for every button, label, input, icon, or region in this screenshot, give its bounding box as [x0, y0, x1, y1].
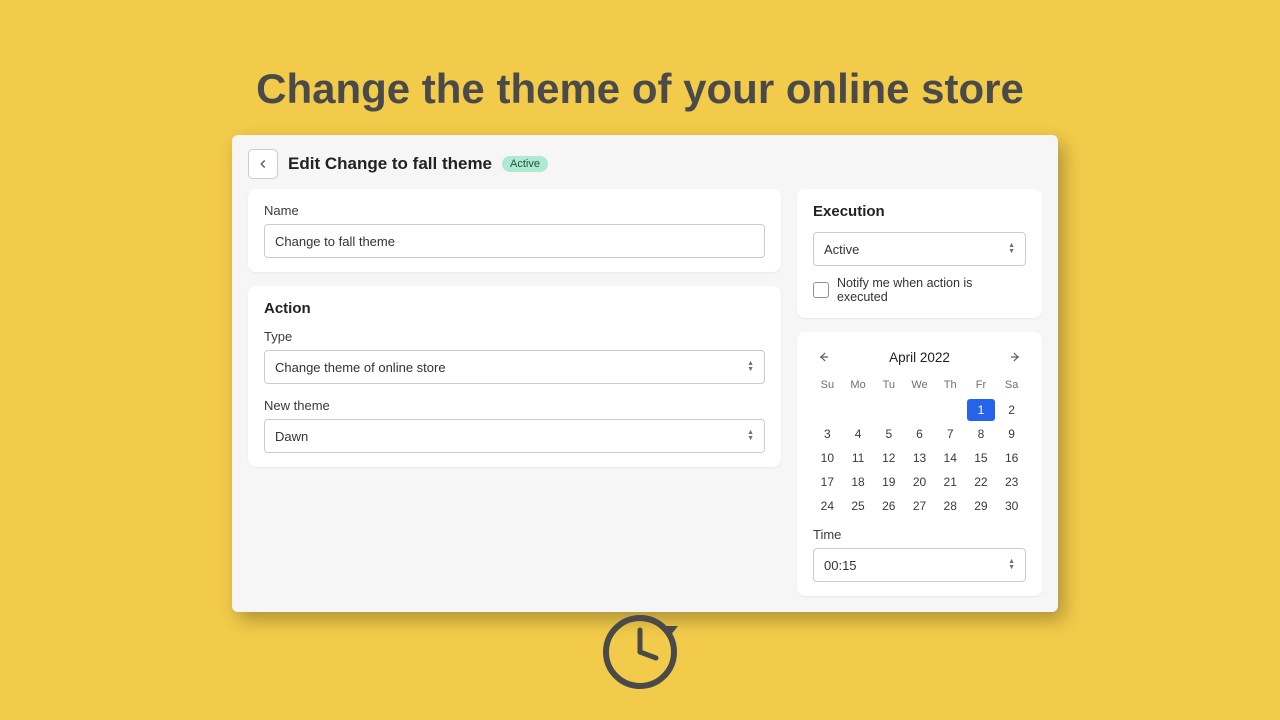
calendar-day[interactable]: 30	[997, 495, 1026, 517]
arrow-left-icon	[817, 350, 831, 364]
calendar-empty	[874, 399, 903, 421]
calendar-day[interactable]: 27	[905, 495, 934, 517]
time-select-value: 00:15	[824, 558, 857, 573]
action-card: Action Type Change theme of online store…	[248, 286, 781, 467]
execution-title: Execution	[813, 203, 1026, 220]
action-title: Action	[264, 300, 765, 317]
calendar-dow: Th	[936, 376, 965, 397]
calendar-day[interactable]: 15	[967, 447, 996, 469]
calendar-day[interactable]: 18	[844, 471, 873, 493]
select-arrows-icon: ▲▼	[747, 361, 754, 373]
calendar-day[interactable]: 28	[936, 495, 965, 517]
status-badge: Active	[502, 156, 548, 172]
panel-header: Edit Change to fall theme Active	[248, 149, 1042, 179]
calendar-day[interactable]: 9	[997, 423, 1026, 445]
calendar-empty	[844, 399, 873, 421]
calendar-day[interactable]: 8	[967, 423, 996, 445]
type-select-value: Change theme of online store	[275, 360, 446, 375]
select-arrows-icon: ▲▼	[1008, 559, 1015, 571]
calendar-day[interactable]: 13	[905, 447, 934, 469]
execution-status-select[interactable]: Active ▲▼	[813, 232, 1026, 266]
schedule-card: April 2022 SuMoTuWeThFrSa123456789101112…	[797, 332, 1042, 596]
calendar-day[interactable]: 11	[844, 447, 873, 469]
select-arrows-icon: ▲▼	[1008, 243, 1015, 255]
notify-checkbox[interactable]	[813, 282, 829, 298]
execution-status-value: Active	[824, 242, 859, 257]
select-arrows-icon: ▲▼	[747, 430, 754, 442]
calendar-dow: Mo	[844, 376, 873, 397]
calendar-day[interactable]: 12	[874, 447, 903, 469]
calendar-day[interactable]: 3	[813, 423, 842, 445]
name-input[interactable]: Change to fall theme	[264, 224, 765, 258]
calendar-empty	[905, 399, 934, 421]
arrow-right-icon	[1008, 350, 1022, 364]
calendar-empty	[936, 399, 965, 421]
calendar-day[interactable]: 19	[874, 471, 903, 493]
cal-next-button[interactable]	[1004, 346, 1026, 368]
type-label: Type	[264, 329, 765, 344]
calendar-day[interactable]: 16	[997, 447, 1026, 469]
name-card: Name Change to fall theme	[248, 189, 781, 272]
calendar-dow: We	[905, 376, 934, 397]
calendar-day[interactable]: 14	[936, 447, 965, 469]
notify-label: Notify me when action is executed	[837, 276, 1026, 304]
execution-card: Execution Active ▲▼ Notify me when actio…	[797, 189, 1042, 318]
clock-icon	[590, 596, 690, 696]
edit-panel: Edit Change to fall theme Active Name Ch…	[232, 135, 1058, 612]
calendar-day[interactable]: 2	[997, 399, 1026, 421]
panel-title: Edit Change to fall theme	[288, 154, 492, 174]
back-button[interactable]	[248, 149, 278, 179]
calendar-day[interactable]: 22	[967, 471, 996, 493]
new-theme-select-value: Dawn	[275, 429, 308, 444]
calendar-day[interactable]: 5	[874, 423, 903, 445]
calendar-day[interactable]: 6	[905, 423, 934, 445]
time-select[interactable]: 00:15 ▲▼	[813, 548, 1026, 582]
type-select[interactable]: Change theme of online store ▲▼	[264, 350, 765, 384]
calendar-month: April 2022	[889, 350, 950, 365]
calendar-day[interactable]: 24	[813, 495, 842, 517]
new-theme-select[interactable]: Dawn ▲▼	[264, 419, 765, 453]
calendar-dow: Su	[813, 376, 842, 397]
cal-prev-button[interactable]	[813, 346, 835, 368]
new-theme-label: New theme	[264, 398, 765, 413]
calendar-day[interactable]: 23	[997, 471, 1026, 493]
calendar-dow: Fr	[967, 376, 996, 397]
name-input-value: Change to fall theme	[275, 234, 395, 249]
arrow-left-icon	[256, 157, 270, 171]
calendar-day[interactable]: 4	[844, 423, 873, 445]
calendar-empty	[813, 399, 842, 421]
calendar-grid: SuMoTuWeThFrSa12345678910111213141516171…	[813, 376, 1026, 517]
page-headline: Change the theme of your online store	[0, 0, 1280, 113]
calendar-day[interactable]: 25	[844, 495, 873, 517]
calendar-day[interactable]: 20	[905, 471, 934, 493]
time-label: Time	[813, 527, 1026, 542]
calendar-day[interactable]: 10	[813, 447, 842, 469]
calendar-day[interactable]: 29	[967, 495, 996, 517]
calendar-day[interactable]: 21	[936, 471, 965, 493]
name-label: Name	[264, 203, 765, 218]
calendar-day[interactable]: 17	[813, 471, 842, 493]
calendar-day[interactable]: 26	[874, 495, 903, 517]
calendar-day[interactable]: 7	[936, 423, 965, 445]
calendar-day[interactable]: 1	[967, 399, 996, 421]
calendar-dow: Sa	[997, 376, 1026, 397]
calendar-dow: Tu	[874, 376, 903, 397]
